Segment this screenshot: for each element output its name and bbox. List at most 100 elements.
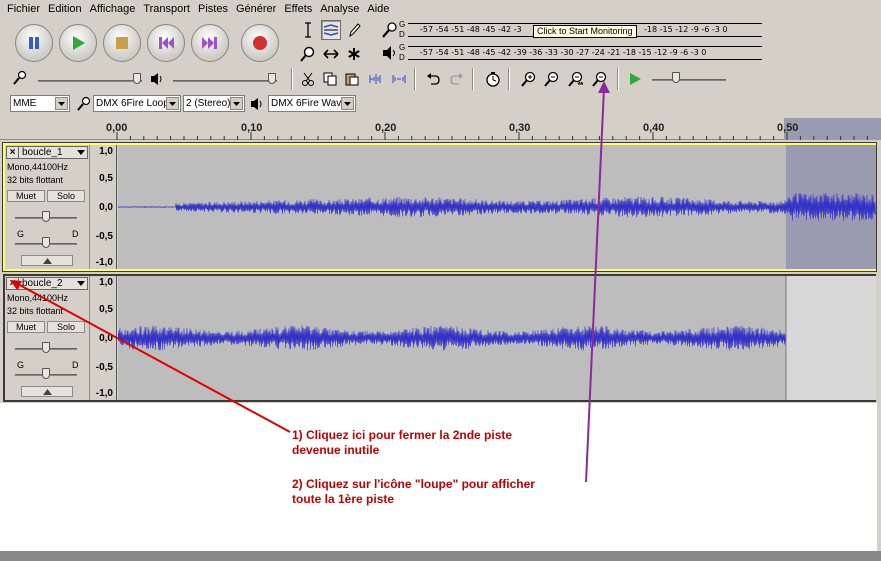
annotation-note-2-line-2: toute la 1ère piste xyxy=(292,492,395,506)
menu-transport[interactable]: Transport xyxy=(139,0,194,18)
speaker-icon xyxy=(251,98,262,110)
audio-host-select[interactable]: MME xyxy=(10,95,70,112)
track-gain-thumb[interactable] xyxy=(42,342,50,353)
track-pan-thumb[interactable] xyxy=(42,368,50,379)
record-icon xyxy=(253,36,267,50)
track-name: boucle_1 xyxy=(22,147,63,158)
record-meter-button[interactable] xyxy=(381,21,399,42)
play-icon xyxy=(629,73,641,85)
scale-label: -0,5 xyxy=(95,231,113,242)
input-volume-thumb[interactable] xyxy=(133,73,141,84)
track-pan-thumb[interactable] xyxy=(42,237,50,248)
trim-button[interactable] xyxy=(365,69,386,89)
output-volume-icon-wrap xyxy=(150,72,164,89)
input-device-select[interactable]: DMX 6Fire Loopb xyxy=(93,95,181,112)
silence-button[interactable] xyxy=(388,69,409,89)
undo-button[interactable] xyxy=(422,69,443,89)
skip-start-button[interactable] xyxy=(147,24,185,62)
track-name-button[interactable]: × boucle_2 xyxy=(6,277,88,290)
monitoring-tooltip: Click to Start Monitoring xyxy=(533,25,637,38)
track-format: Mono,44100Hz xyxy=(7,293,69,303)
record-meter-scale: -57 -54 -51 -48 -45 -42 -3 xyxy=(420,25,522,34)
output-volume-slider[interactable] xyxy=(173,80,277,82)
stop-icon xyxy=(116,37,128,49)
redo-button[interactable] xyxy=(446,69,467,89)
track-1-waveform[interactable] xyxy=(118,145,876,269)
track-close-button[interactable]: × xyxy=(7,147,19,158)
ruler-ticks xyxy=(116,132,868,140)
i-beam-icon xyxy=(305,22,311,38)
collapse-track-button[interactable] xyxy=(21,255,73,266)
audio-track-2[interactable]: × boucle_2 Mono,44100Hz 32 bits flottant… xyxy=(3,274,876,402)
double-arrow-icon xyxy=(323,49,339,59)
copy-button[interactable] xyxy=(319,69,340,89)
sync-lock-button[interactable] xyxy=(482,69,503,89)
input-channels-value: 2 (Stereo) xyxy=(186,98,231,109)
play-button[interactable] xyxy=(59,24,97,62)
menu-effets[interactable]: Effets xyxy=(280,0,316,18)
scale-label: 1,0 xyxy=(99,277,113,288)
zoom-out-button[interactable] xyxy=(541,69,562,89)
output-device-select[interactable]: DMX 6Fire Wave xyxy=(268,95,356,112)
fit-selection-button[interactable] xyxy=(565,69,586,89)
cut-button[interactable] xyxy=(297,69,318,89)
menu-pistes[interactable]: Pistes xyxy=(194,0,232,18)
selection-tool[interactable] xyxy=(298,20,318,40)
record-meter-right-label: D xyxy=(399,30,405,39)
speaker-icon xyxy=(383,46,395,60)
draw-tool[interactable] xyxy=(344,20,364,40)
asterisk-icon xyxy=(348,48,360,60)
menu-aide[interactable]: Aide xyxy=(363,0,393,18)
record-button[interactable] xyxy=(241,24,279,62)
silence-icon xyxy=(392,75,405,83)
audio-track-1[interactable]: × boucle_1 Mono,44100Hz 32 bits flottant… xyxy=(2,142,877,272)
track-close-button[interactable]: × xyxy=(7,278,19,289)
zoom-tool[interactable] xyxy=(298,44,318,64)
stop-button[interactable] xyxy=(103,24,141,62)
solo-button[interactable]: Solo xyxy=(47,321,85,333)
skip-end-button[interactable] xyxy=(191,24,229,62)
playback-meter-button[interactable] xyxy=(381,45,399,64)
track-name-button[interactable]: × boucle_1 xyxy=(6,146,88,159)
toolbar-separator xyxy=(472,68,474,90)
track-name: boucle_2 xyxy=(22,278,63,289)
audio-host-value: MME xyxy=(13,98,37,109)
scale-label: -0,5 xyxy=(95,362,113,373)
time-shift-tool[interactable] xyxy=(321,44,341,64)
multi-tool[interactable] xyxy=(344,44,364,64)
envelope-tool[interactable] xyxy=(321,20,341,40)
menu-fichier[interactable]: Fichier xyxy=(3,0,44,18)
play-speed-slider[interactable] xyxy=(652,79,726,81)
input-volume-slider[interactable] xyxy=(38,80,142,82)
menu-generer[interactable]: Générer xyxy=(232,0,280,18)
chevron-down-icon xyxy=(341,97,354,110)
annotation-note-2-line-1: 2) Cliquez sur l'icône "loupe" pour affi… xyxy=(292,477,535,491)
menu-analyse[interactable]: Analyse xyxy=(316,0,363,18)
input-channels-select[interactable]: 2 (Stereo) xyxy=(183,95,245,112)
redo-icon xyxy=(449,73,463,85)
timeline-ruler[interactable]: 0,00 0,10 0,20 0,30 0,40 0,50 xyxy=(0,118,881,140)
fit-project-button[interactable] xyxy=(589,69,610,89)
track-gain-thumb[interactable] xyxy=(42,211,50,222)
track-bits: 32 bits flottant xyxy=(7,306,64,316)
track-bits: 32 bits flottant xyxy=(7,175,64,185)
zoom-in-button[interactable] xyxy=(518,69,539,89)
mute-button[interactable]: Muet xyxy=(7,321,45,333)
chevron-up-icon xyxy=(42,258,52,264)
menu-affichage[interactable]: Affichage xyxy=(86,0,140,18)
output-device-icon-wrap xyxy=(250,97,264,114)
output-volume-thumb[interactable] xyxy=(268,73,276,84)
mute-button[interactable]: Muet xyxy=(7,190,45,202)
input-volume-icon-wrap xyxy=(12,70,28,89)
track-2-waveform[interactable] xyxy=(118,276,876,400)
play-at-speed-button[interactable] xyxy=(624,69,645,89)
paste-button[interactable] xyxy=(341,69,362,89)
playback-meter[interactable]: -57 -54 -51 -48 -45 -42 -39 -36 -33 -30 … xyxy=(408,44,762,62)
pause-button[interactable] xyxy=(15,24,53,62)
trim-icon xyxy=(369,74,380,84)
solo-button[interactable]: Solo xyxy=(47,190,85,202)
menu-edition[interactable]: Edition xyxy=(44,0,86,18)
play-speed-thumb[interactable] xyxy=(672,72,680,83)
menu-bar: Fichier Edition Affichage Transport Pist… xyxy=(0,0,881,18)
collapse-track-button[interactable] xyxy=(21,386,73,397)
